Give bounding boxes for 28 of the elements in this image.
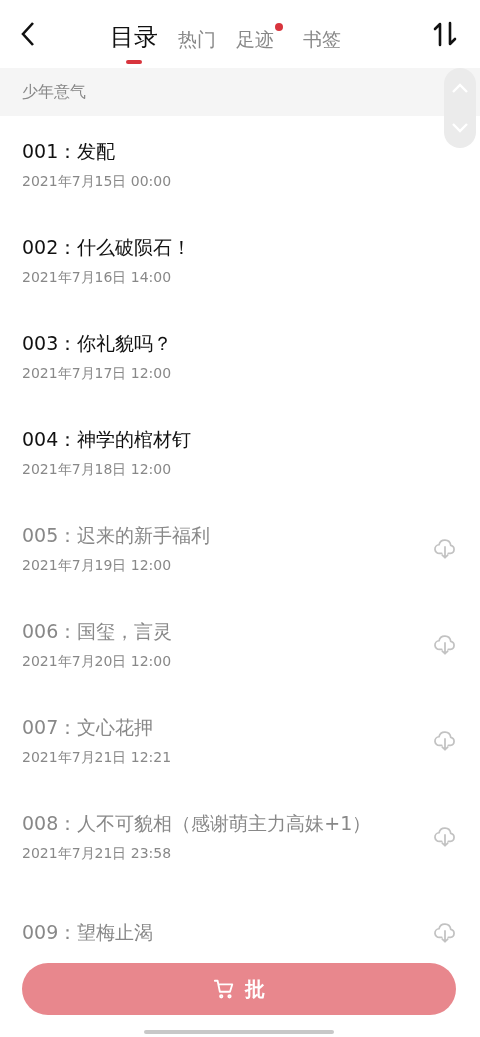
cart-icon — [213, 978, 235, 1000]
chapter-title[interactable]: 005：迟来的新手福利 — [22, 523, 432, 549]
chapter-date: 2021年7月20日 12:00 — [22, 653, 173, 671]
back-button[interactable] — [20, 21, 36, 47]
tab[interactable]: 书签 — [303, 29, 341, 58]
chapter-title[interactable]: 009：望梅止渴 — [22, 920, 432, 946]
chapter-title[interactable]: 006：国玺，言灵 — [22, 619, 432, 645]
chapter-date: 2021年7月21日 23:58 — [22, 845, 173, 863]
tab[interactable]: 目录 — [110, 23, 158, 58]
tab[interactable]: 热门 — [178, 29, 216, 58]
sort-icon — [432, 21, 458, 47]
chapter-date: 2021年7月17日 12:00 — [22, 365, 173, 383]
chapter-title[interactable]: 002：什么破陨石！ — [22, 235, 458, 261]
chapter-title[interactable]: 007：文心花押 — [22, 715, 432, 741]
tab[interactable]: 足迹 — [236, 23, 283, 58]
chapter-date: 2021年7月18日 12:00 — [22, 461, 173, 479]
back-icon — [20, 21, 36, 47]
volume-title: 少年意气 — [22, 81, 86, 103]
chapter-date: 2021年7月19日 12:00 — [22, 557, 173, 575]
chapter-title[interactable]: 008：人不可貌相（感谢萌主力高妹+1） — [22, 811, 432, 837]
chapter-date: 2021年7月16日 14:00 — [22, 269, 173, 287]
sort-button[interactable] — [432, 21, 458, 47]
chapter-date: 2021年7月21日 12:21 — [22, 749, 173, 767]
chapter-date: 2021年7月15日 00:00 — [22, 173, 173, 191]
chapter-title[interactable]: 004：神学的棺材钉 — [22, 427, 458, 453]
chapter-title[interactable]: 001：发配 — [22, 139, 458, 165]
chapter-title[interactable]: 003：你礼貌吗？ — [22, 331, 458, 357]
batch-buy-button[interactable]: 批 — [22, 963, 456, 1015]
